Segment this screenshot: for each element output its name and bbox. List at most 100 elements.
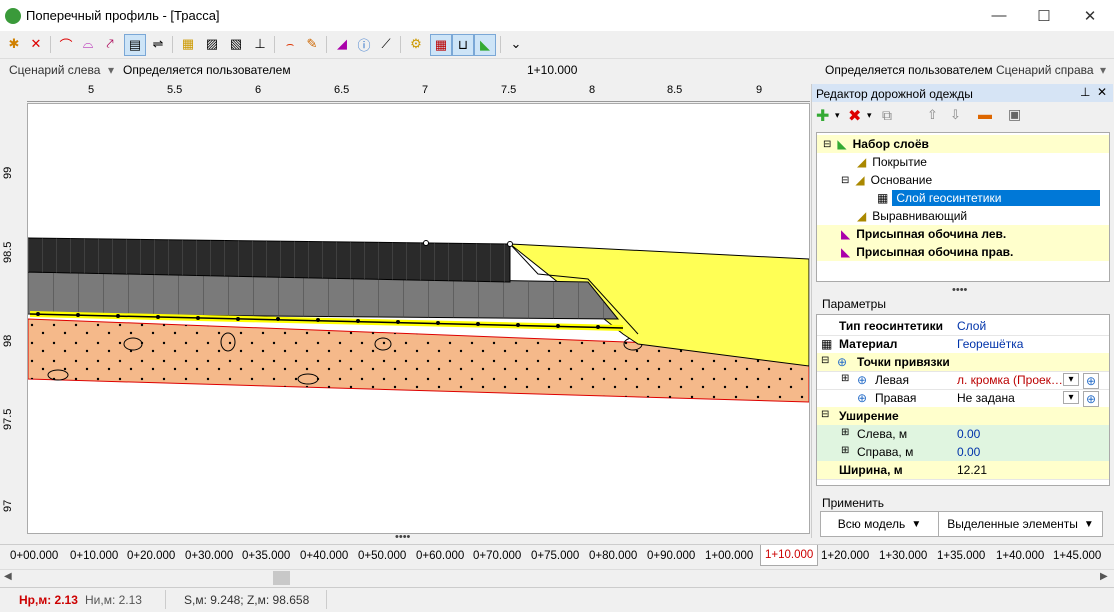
pick-icon[interactable]: ⤤ [100, 34, 120, 54]
scroll-thumb[interactable] [273, 571, 290, 585]
splitter-grip[interactable]: •••• [952, 284, 967, 296]
param-value[interactable]: Не задана [957, 391, 1015, 405]
params-grid[interactable]: Тип геосинтетики Слой ▦ Материал Георешё… [816, 314, 1110, 486]
chevron-down-icon[interactable]: ▾ [1100, 63, 1106, 77]
save-icon[interactable]: ▣ [1008, 106, 1021, 123]
param-value[interactable]: Георешётка [957, 337, 1023, 351]
measure-icon[interactable]: ⟋ [376, 34, 396, 54]
brush-icon[interactable]: ✎ [302, 34, 322, 54]
apply-selected-button[interactable]: Выделенные элементы ▼ [938, 511, 1103, 537]
expand-icon[interactable]: ⊞ [841, 445, 849, 456]
param-value[interactable]: Слой [957, 319, 986, 333]
station-tab[interactable]: 0+20.000 [127, 550, 175, 562]
horizontal-scrollbar[interactable]: ◀ ▶ [0, 569, 1114, 586]
hatch-icon[interactable]: ▨ [202, 34, 222, 54]
station-tab[interactable]: 0+35.000 [242, 550, 290, 562]
station-tab[interactable]: 1+30.000 [879, 550, 927, 562]
station-tab[interactable]: 0+60.000 [416, 550, 464, 562]
table-icon[interactable]: ▦ [430, 34, 452, 56]
expand-icon[interactable]: ⊞ [841, 427, 849, 438]
maximize-button[interactable]: ☐ [1021, 0, 1067, 31]
param-row[interactable]: Ширина, м 12.21 [817, 461, 1109, 480]
param-value[interactable]: 0.00 [957, 427, 980, 441]
tree-item-layer-set[interactable]: ⊟ ◣ Набор слоёв [817, 135, 1109, 153]
pick-point-icon[interactable]: ⊕ [1083, 373, 1099, 389]
station-tab[interactable]: 1+45.000 [1053, 550, 1101, 562]
scale-icon[interactable]: ⊔ [452, 34, 474, 56]
param-row[interactable]: ⊞ Справа, м 0.00 [817, 443, 1109, 462]
param-row[interactable]: ⊞ ⊕ Левая л. кромка (Проек… ▾ ⊕ [817, 371, 1109, 390]
anchor-icon[interactable]: ⊥ [250, 34, 270, 54]
tree-item-surface[interactable]: ◢ Покрытие [817, 153, 1109, 171]
delete-vertex-icon[interactable]: ✕ [26, 34, 46, 54]
param-group[interactable]: ⊟ Уширение [817, 407, 1109, 426]
slope-icon[interactable]: ◢ [332, 34, 352, 54]
delete-icon[interactable]: ✖ [848, 106, 861, 126]
pavement-icon[interactable]: ◣ [474, 34, 496, 56]
chevron-down-icon[interactable]: ▾ [1063, 373, 1079, 386]
minimize-button[interactable]: — [976, 0, 1022, 31]
chevron-down-icon[interactable]: ▾ [867, 110, 872, 121]
param-row[interactable]: Тип геосинтетики Слой [817, 317, 1109, 336]
dashed-arc-icon[interactable]: ⌓ [78, 34, 98, 54]
param-row[interactable]: ⊞ Слева, м 0.00 [817, 425, 1109, 444]
station-tab[interactable]: 0+30.000 [185, 550, 233, 562]
profile-drawing[interactable] [27, 104, 810, 533]
param-value[interactable]: 12.21 [957, 463, 987, 477]
station-tab[interactable]: 0+50.000 [358, 550, 406, 562]
add-icon[interactable]: ✚ [816, 106, 829, 126]
copy-icon[interactable]: ⧉ [882, 107, 892, 124]
folder-icon[interactable]: ▦ [178, 34, 198, 54]
more-icon[interactable]: ⌄ [506, 34, 526, 54]
param-value[interactable]: л. кромка (Проек… [957, 373, 1063, 387]
param-value[interactable]: 0.00 [957, 445, 980, 459]
station-tab[interactable]: 0+70.000 [473, 550, 521, 562]
station-tab[interactable]: 1+35.000 [937, 550, 985, 562]
move-down-icon[interactable]: ⇩ [950, 107, 961, 123]
collapse-icon[interactable]: ⊟ [821, 409, 829, 420]
scroll-left-icon[interactable]: ◀ [4, 571, 12, 582]
scroll-right-icon[interactable]: ▶ [1100, 571, 1108, 582]
tree-item-base[interactable]: ⊟ ◢ Основание [817, 171, 1109, 189]
station-tab-active[interactable]: 1+10.000 [760, 545, 819, 566]
station-tab[interactable]: 0+00.000 [10, 550, 58, 562]
profile-canvas[interactable] [27, 103, 810, 534]
pin-icon[interactable]: ⊥ [1080, 85, 1090, 99]
param-row[interactable]: ⊕ Правая Не задана ▾ ⊕ [817, 389, 1109, 408]
align-icon[interactable]: ⇌ [148, 34, 168, 54]
layers-icon[interactable]: ▤ [124, 34, 146, 56]
station-tab[interactable]: 0+40.000 [300, 550, 348, 562]
station-tab[interactable]: 1+40.000 [996, 550, 1044, 562]
station-tab[interactable]: 0+80.000 [589, 550, 637, 562]
collapse-icon[interactable]: ⊟ [823, 139, 831, 150]
param-group[interactable]: ⊟ ⊕ Точки привязки [817, 353, 1109, 372]
tree-item-leveling[interactable]: ◢ Выравнивающий [817, 207, 1109, 225]
station-tab[interactable]: 0+75.000 [531, 550, 579, 562]
close-button[interactable]: ✕ [1067, 0, 1113, 31]
tree-item-shoulder-right[interactable]: ◣ Присыпная обочина прав. [817, 243, 1109, 261]
station-tab[interactable]: 0+10.000 [70, 550, 118, 562]
settings-icon[interactable]: ⚙ [406, 34, 426, 54]
chevron-down-icon[interactable]: ▾ [835, 110, 840, 121]
scenario-right-label[interactable]: Сценарий справа [996, 63, 1094, 77]
hatch2-icon[interactable]: ▧ [226, 34, 246, 54]
scenario-left-label[interactable]: Сценарий слева [9, 63, 100, 77]
curve-icon[interactable]: ⌢ [280, 34, 300, 54]
collapse-icon[interactable]: ⊟ [821, 355, 829, 366]
chevron-down-icon[interactable]: ▾ [1063, 391, 1079, 404]
tree-item-geosynthetic[interactable]: ▦ Слой геосинтетики [817, 189, 1109, 207]
arc-icon[interactable]: ⌒ [56, 34, 76, 54]
add-vertex-icon[interactable]: ✱ [4, 34, 24, 54]
info-icon[interactable]: ⓘ [354, 34, 374, 54]
layer-tree[interactable]: ⊟ ◣ Набор слоёв ◢ Покрытие ⊟ ◢ Основание… [816, 132, 1110, 282]
expand-icon[interactable]: ⊞ [841, 373, 849, 384]
chevron-down-icon[interactable]: ▾ [108, 63, 114, 77]
collapse-icon[interactable]: ⊟ [841, 175, 849, 186]
station-tab[interactable]: 1+00.000 [705, 550, 753, 562]
tree-item-shoulder-left[interactable]: ◣ Присыпная обочина лев. [817, 225, 1109, 243]
station-tab[interactable]: 1+20.000 [821, 550, 869, 562]
station-tab[interactable]: 0+90.000 [647, 550, 695, 562]
param-row[interactable]: ▦ Материал Георешётка [817, 335, 1109, 354]
splitter-grip[interactable]: •••• [395, 531, 410, 543]
apply-all-button[interactable]: Всю модель ▼ [820, 511, 939, 537]
